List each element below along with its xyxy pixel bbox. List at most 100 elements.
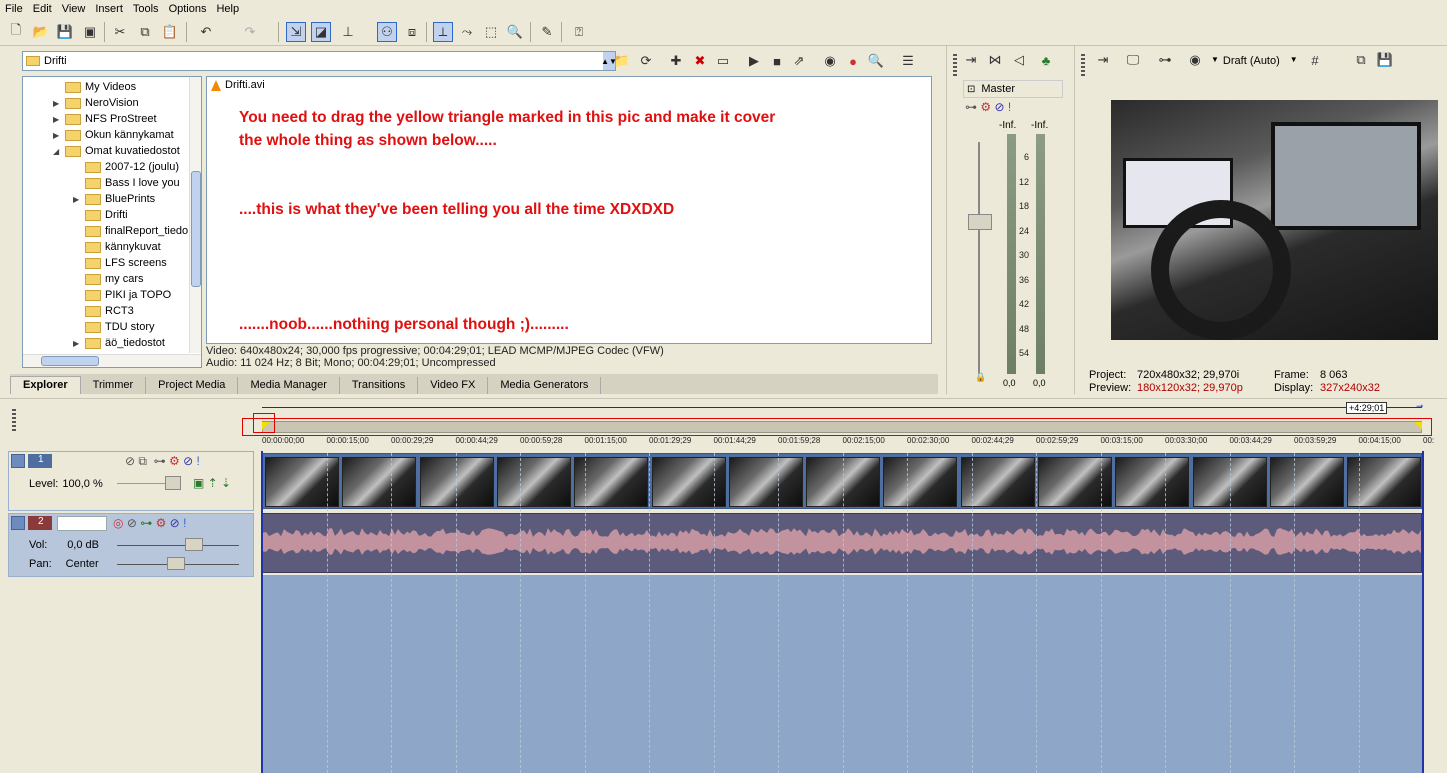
copy-icon[interactable]: ⧉ (135, 22, 155, 42)
menu-edit[interactable]: Edit (28, 3, 57, 15)
refresh-icon[interactable]: ⟳ (636, 51, 656, 71)
views-icon[interactable]: ☰ (898, 51, 918, 71)
tree-item[interactable]: 2007-12 (joulu) (73, 159, 179, 175)
save-icon[interactable]: 💾 (55, 22, 75, 42)
normal-edit-tool-icon[interactable]: ⇲ (286, 22, 306, 42)
get-media-icon[interactable]: ◉ (820, 51, 840, 71)
lock-icon[interactable]: 🔒 (975, 372, 986, 383)
audio-track-header[interactable]: 2 ◎ ⊘ ⊶ ⚙ ⊘ ! Vol: 0,0 dB Pan: Center (8, 513, 254, 577)
tab-transitions[interactable]: Transitions (340, 377, 419, 394)
compositing-icons[interactable]: ▣ ⇡ ⇣ (193, 476, 231, 490)
tree-item[interactable]: My Videos (53, 79, 136, 95)
new-folder-icon[interactable]: ▭ (713, 51, 733, 71)
tree-item[interactable]: ▶ Okun kännykamat (53, 127, 174, 143)
tree-vertical-scrollbar[interactable] (189, 77, 201, 353)
up-folder-icon[interactable]: 📁 (612, 51, 632, 71)
menu-view[interactable]: View (57, 3, 91, 15)
paste-icon[interactable]: 📋 (160, 22, 180, 42)
add-to-project-icon[interactable]: ✚ (666, 51, 686, 71)
snapping-icon[interactable]: ⊥ (338, 22, 358, 42)
zoom-tool-icon[interactable]: 🔍 (505, 22, 525, 42)
file-item[interactable]: Drifti.avi (211, 79, 265, 91)
tree-expander-icon[interactable]: ▶ (73, 195, 82, 204)
tree-expander-icon[interactable]: ▶ (73, 339, 82, 348)
open-icon[interactable]: 📂 (31, 22, 51, 42)
tree-item[interactable]: ◢ Omat kuvatiedostot (53, 143, 180, 159)
bus-controls-icons[interactable]: ⊶ ⚙ ⊘ ! (965, 100, 1011, 114)
stop-icon[interactable]: ■ (767, 51, 787, 71)
tree-item[interactable]: Drifti (73, 207, 128, 223)
tree-item[interactable]: my cars (73, 271, 144, 287)
search-icon[interactable]: 🔍 (866, 51, 886, 71)
tree-item[interactable]: Bass I love you (73, 175, 180, 191)
tree-expander-icon[interactable]: ▶ (53, 99, 62, 108)
preview-properties-icon[interactable]: ⇥ (1093, 50, 1113, 70)
tree-item[interactable]: ▶ NFS ProStreet (53, 111, 157, 127)
save-snapshot-icon[interactable]: 💾 (1375, 50, 1395, 70)
track-expand-icon[interactable] (11, 454, 25, 468)
tree-item[interactable]: RCT3 (73, 303, 134, 319)
auto-preview-icon[interactable]: ⇗ (789, 51, 809, 71)
lock-envelopes-icon[interactable]: ⧈ (402, 22, 422, 42)
preview-quality-dropdown[interactable]: ▼ Draft (Auto) ▼ (1211, 55, 1298, 67)
tree-item[interactable]: finalReport_tiedo (73, 223, 188, 239)
tree-item[interactable]: kännykuvat (73, 239, 161, 255)
video-track-controls-icons[interactable]: ⊘ ⧉ ⊶ ⚙ ⊘ ! (125, 454, 200, 469)
tab-trimmer[interactable]: Trimmer (81, 377, 147, 394)
help-pointer-icon[interactable]: ⍰ (569, 22, 589, 42)
selection-tool-icon[interactable]: ⬚ (481, 22, 501, 42)
preview-grip[interactable] (1081, 54, 1085, 78)
tree-item[interactable]: ▶ äö_tiedostot (73, 335, 165, 351)
split-screen-icon[interactable]: ⊶ (1155, 50, 1175, 70)
tree-horizontal-scrollbar[interactable] (23, 354, 201, 367)
record-icon[interactable]: ● (843, 51, 863, 71)
tree-item[interactable]: TDU story (73, 319, 155, 335)
insert-bus-icon[interactable]: ⇥ (961, 50, 981, 70)
crossfade-icon[interactable]: ⤳ (457, 22, 477, 42)
video-track-header[interactable]: 1 ⊘ ⧉ ⊶ ⚙ ⊘ ! Level: 100,0 % ▣ ⇡ ⇣ (8, 451, 254, 511)
level-slider[interactable] (165, 476, 181, 490)
copy-snapshot-icon[interactable]: ⧉ (1351, 50, 1371, 70)
tab-media-manager[interactable]: Media Manager (238, 377, 340, 394)
delete-icon[interactable]: ✖ (690, 51, 710, 71)
play-icon[interactable]: ▶ (744, 51, 764, 71)
pan-slider[interactable] (167, 557, 185, 570)
grid-icon[interactable]: # (1305, 50, 1325, 70)
properties-icon[interactable]: ✎ (537, 22, 557, 42)
timeline-grip[interactable] (12, 409, 16, 433)
tree-expander-icon[interactable]: ▶ (53, 115, 62, 124)
redo-icon[interactable]: ↷ (240, 22, 260, 42)
tree-expander-icon[interactable]: ▶ (53, 131, 62, 140)
new-icon[interactable]: 🗋 (6, 22, 26, 42)
tree-item[interactable]: PIKI ja TOPO (73, 287, 171, 303)
menu-options[interactable]: Options (164, 3, 212, 15)
tree-item[interactable]: ▶ BluePrints (73, 191, 155, 207)
tab-explorer[interactable]: Explorer (10, 376, 81, 394)
tab-video-fx[interactable]: Video FX (418, 377, 489, 394)
master-fx-icon[interactable]: ♣ (1036, 50, 1056, 70)
ignore-grouping-icon[interactable]: ⟂ (433, 22, 453, 42)
audio-track-expand-icon[interactable] (11, 516, 25, 530)
tree-item[interactable]: ▶ NeroVision (53, 95, 139, 111)
path-dropdown[interactable]: Drifti ▲▼ (22, 51, 617, 71)
tab-media-generators[interactable]: Media Generators (488, 377, 602, 394)
external-monitor-icon[interactable]: 🖵 (1123, 50, 1143, 70)
envelope-tool-icon[interactable]: ◪ (311, 22, 331, 42)
menu-tools[interactable]: Tools (128, 3, 164, 15)
tab-project-media[interactable]: Project Media (146, 377, 239, 394)
downmix-icon[interactable]: ⋈ (985, 50, 1005, 70)
cut-icon[interactable]: ✂ (110, 22, 130, 42)
audio-track-controls-icons[interactable]: ◎ ⊘ ⊶ ⚙ ⊘ ! (113, 516, 186, 530)
tree-item[interactable]: LFS screens (73, 255, 167, 271)
overlays-icon[interactable]: ◉ (1185, 50, 1205, 70)
dim-output-icon[interactable]: ◁ (1009, 50, 1029, 70)
menu-insert[interactable]: Insert (90, 3, 128, 15)
vol-slider[interactable] (185, 538, 203, 551)
tree-expander-icon[interactable]: ◢ (53, 147, 62, 156)
menu-file[interactable]: File (0, 3, 28, 15)
render-icon[interactable]: ▣ (80, 22, 100, 42)
audio-track-name-field[interactable] (57, 516, 107, 531)
master-fader[interactable] (968, 214, 992, 230)
mixer-grip[interactable] (953, 54, 957, 78)
auto-ripple-icon[interactable]: ⚇ (377, 22, 397, 42)
